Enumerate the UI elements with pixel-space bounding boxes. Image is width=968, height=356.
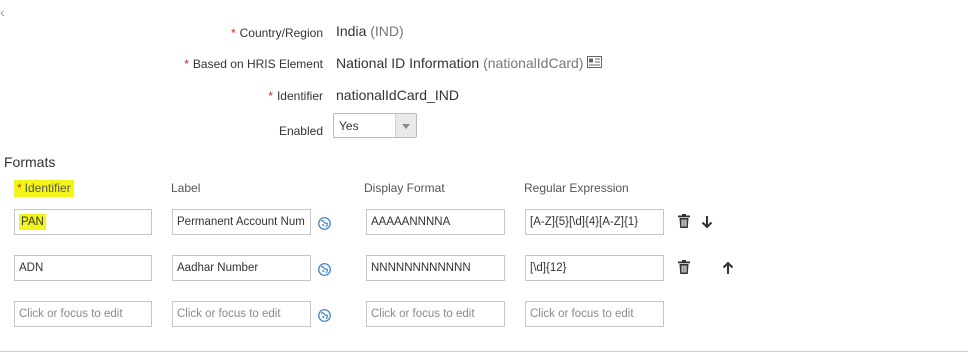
hris-element-name: National ID Information — [336, 55, 480, 71]
trash-icon[interactable] — [676, 213, 692, 229]
col-header-label: Label — [171, 181, 201, 195]
new-label-input[interactable]: Click or focus to edit — [172, 301, 311, 327]
required-marker: * — [268, 89, 273, 103]
row2-regex-input[interactable]: [\d]{12} — [525, 255, 664, 281]
row1-display-format-input[interactable]: AAAAANNNNA — [366, 209, 505, 235]
col-header-identifier-text: Identifier — [24, 181, 71, 195]
enabled-label: Enabled — [278, 124, 323, 138]
formats-title: Formats — [4, 154, 56, 170]
row1-regex-input[interactable]: [A-Z]{5}[\d]{4}[A-Z]{1} — [525, 209, 664, 235]
row2-identifier-input[interactable]: ADN — [14, 255, 152, 281]
arrow-down-icon[interactable] — [699, 214, 715, 230]
trash-icon[interactable] — [676, 259, 692, 275]
country-region-label: * Country/Region — [231, 26, 323, 40]
hris-element-label: * Based on HRIS Element — [184, 57, 323, 71]
hris-element-id: (nationalIdCard) — [483, 55, 584, 71]
chevron-down-icon[interactable] — [395, 114, 416, 137]
hris-element-label-text: Based on HRIS Element — [192, 57, 323, 71]
row1-identifier-value: PAN — [19, 214, 46, 230]
enabled-select-value: Yes — [339, 119, 359, 133]
col-header-identifier: * Identifier — [14, 180, 74, 197]
enabled-select[interactable]: Yes — [333, 113, 417, 138]
bottom-divider — [0, 351, 968, 352]
row2-label-input[interactable]: Aadhar Number — [172, 255, 311, 281]
required-marker: * — [184, 57, 189, 71]
row1-identifier-input[interactable]: PAN — [14, 209, 152, 235]
info-card-icon[interactable] — [587, 56, 602, 68]
identifier-header-highlight: * Identifier — [14, 180, 74, 197]
row1-label-input[interactable]: Permanent Account Num — [172, 209, 311, 235]
country-code: (IND) — [370, 23, 404, 39]
country-name: India — [336, 23, 367, 39]
col-header-display-format: Display Format — [364, 181, 445, 195]
back-chevron-icon[interactable]: ‹ — [0, 5, 10, 19]
globe-icon[interactable] — [318, 309, 331, 322]
arrow-up-icon[interactable] — [720, 260, 736, 276]
new-identifier-input[interactable]: Click or focus to edit — [14, 301, 152, 327]
new-regex-input[interactable]: Click or focus to edit — [525, 301, 664, 327]
col-header-regex: Regular Expression — [524, 181, 629, 195]
row2-display-format-input[interactable]: NNNNNNNNNNNN — [366, 255, 505, 281]
country-region-label-text: Country/Region — [239, 26, 323, 40]
identifier-value: nationalIdCard_IND — [336, 87, 459, 103]
identifier-label: * Identifier — [268, 89, 323, 103]
new-display-format-input[interactable]: Click or focus to edit — [366, 301, 505, 327]
globe-icon[interactable] — [318, 217, 331, 230]
required-marker: * — [17, 181, 22, 195]
hris-element-value: National ID Information (nationalIdCard) — [336, 55, 583, 71]
country-region-value: India (IND) — [336, 23, 404, 39]
identifier-label-text: Identifier — [276, 89, 323, 103]
required-marker: * — [230, 26, 236, 40]
globe-icon[interactable] — [318, 263, 331, 276]
